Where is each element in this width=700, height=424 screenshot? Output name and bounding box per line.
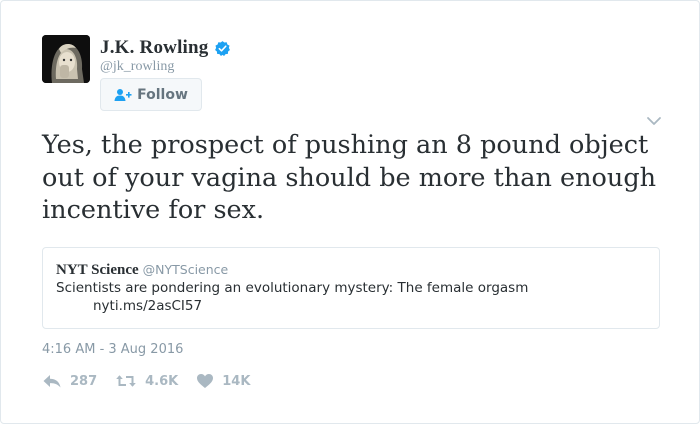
reply-button[interactable]: 287 <box>42 373 97 389</box>
retweet-icon <box>115 373 137 389</box>
retweet-count: 4.6K <box>145 373 179 389</box>
profile-photo-image <box>42 35 90 83</box>
author-handle[interactable]: @jk_rowling <box>100 59 174 75</box>
tweet-text: Yes, the prospect of pushing an 8 pound … <box>42 130 657 225</box>
quoted-author-handle: @NYTScience <box>142 262 229 277</box>
tweet-timestamp[interactable]: 4:16 AM - 3 Aug 2016 <box>42 342 183 357</box>
quoted-tweet-link[interactable]: nyti.ms/2asCI57 <box>93 298 202 314</box>
author-name[interactable]: J.K. Rowling <box>100 37 209 59</box>
like-button[interactable]: 14K <box>196 373 250 389</box>
like-count: 14K <box>222 373 251 389</box>
avatar[interactable] <box>42 35 90 83</box>
action-bar: 287 4.6K 14K <box>42 373 268 389</box>
quoted-author-row: NYT Science @NYTScience <box>56 261 228 279</box>
retweet-button[interactable]: 4.6K <box>115 373 178 389</box>
reply-icon <box>42 373 62 389</box>
quoted-author-name: NYT Science <box>56 262 139 278</box>
tweet-card: J.K. Rowling @jk_rowling Follow Yes, the… <box>0 0 700 424</box>
chevron-down-icon[interactable] <box>646 114 662 126</box>
verified-badge-icon <box>214 40 231 57</box>
follow-button[interactable]: Follow <box>100 78 202 111</box>
quoted-tweet[interactable]: NYT Science @NYTScience Scientists are po… <box>42 247 660 329</box>
reply-count: 287 <box>70 373 98 389</box>
heart-icon <box>196 373 214 389</box>
author-name-row[interactable]: J.K. Rowling <box>100 37 231 59</box>
add-user-icon <box>114 88 132 102</box>
follow-button-label: Follow <box>137 86 188 103</box>
quoted-tweet-text: Scientists are pondering an evolutionary… <box>56 280 529 296</box>
